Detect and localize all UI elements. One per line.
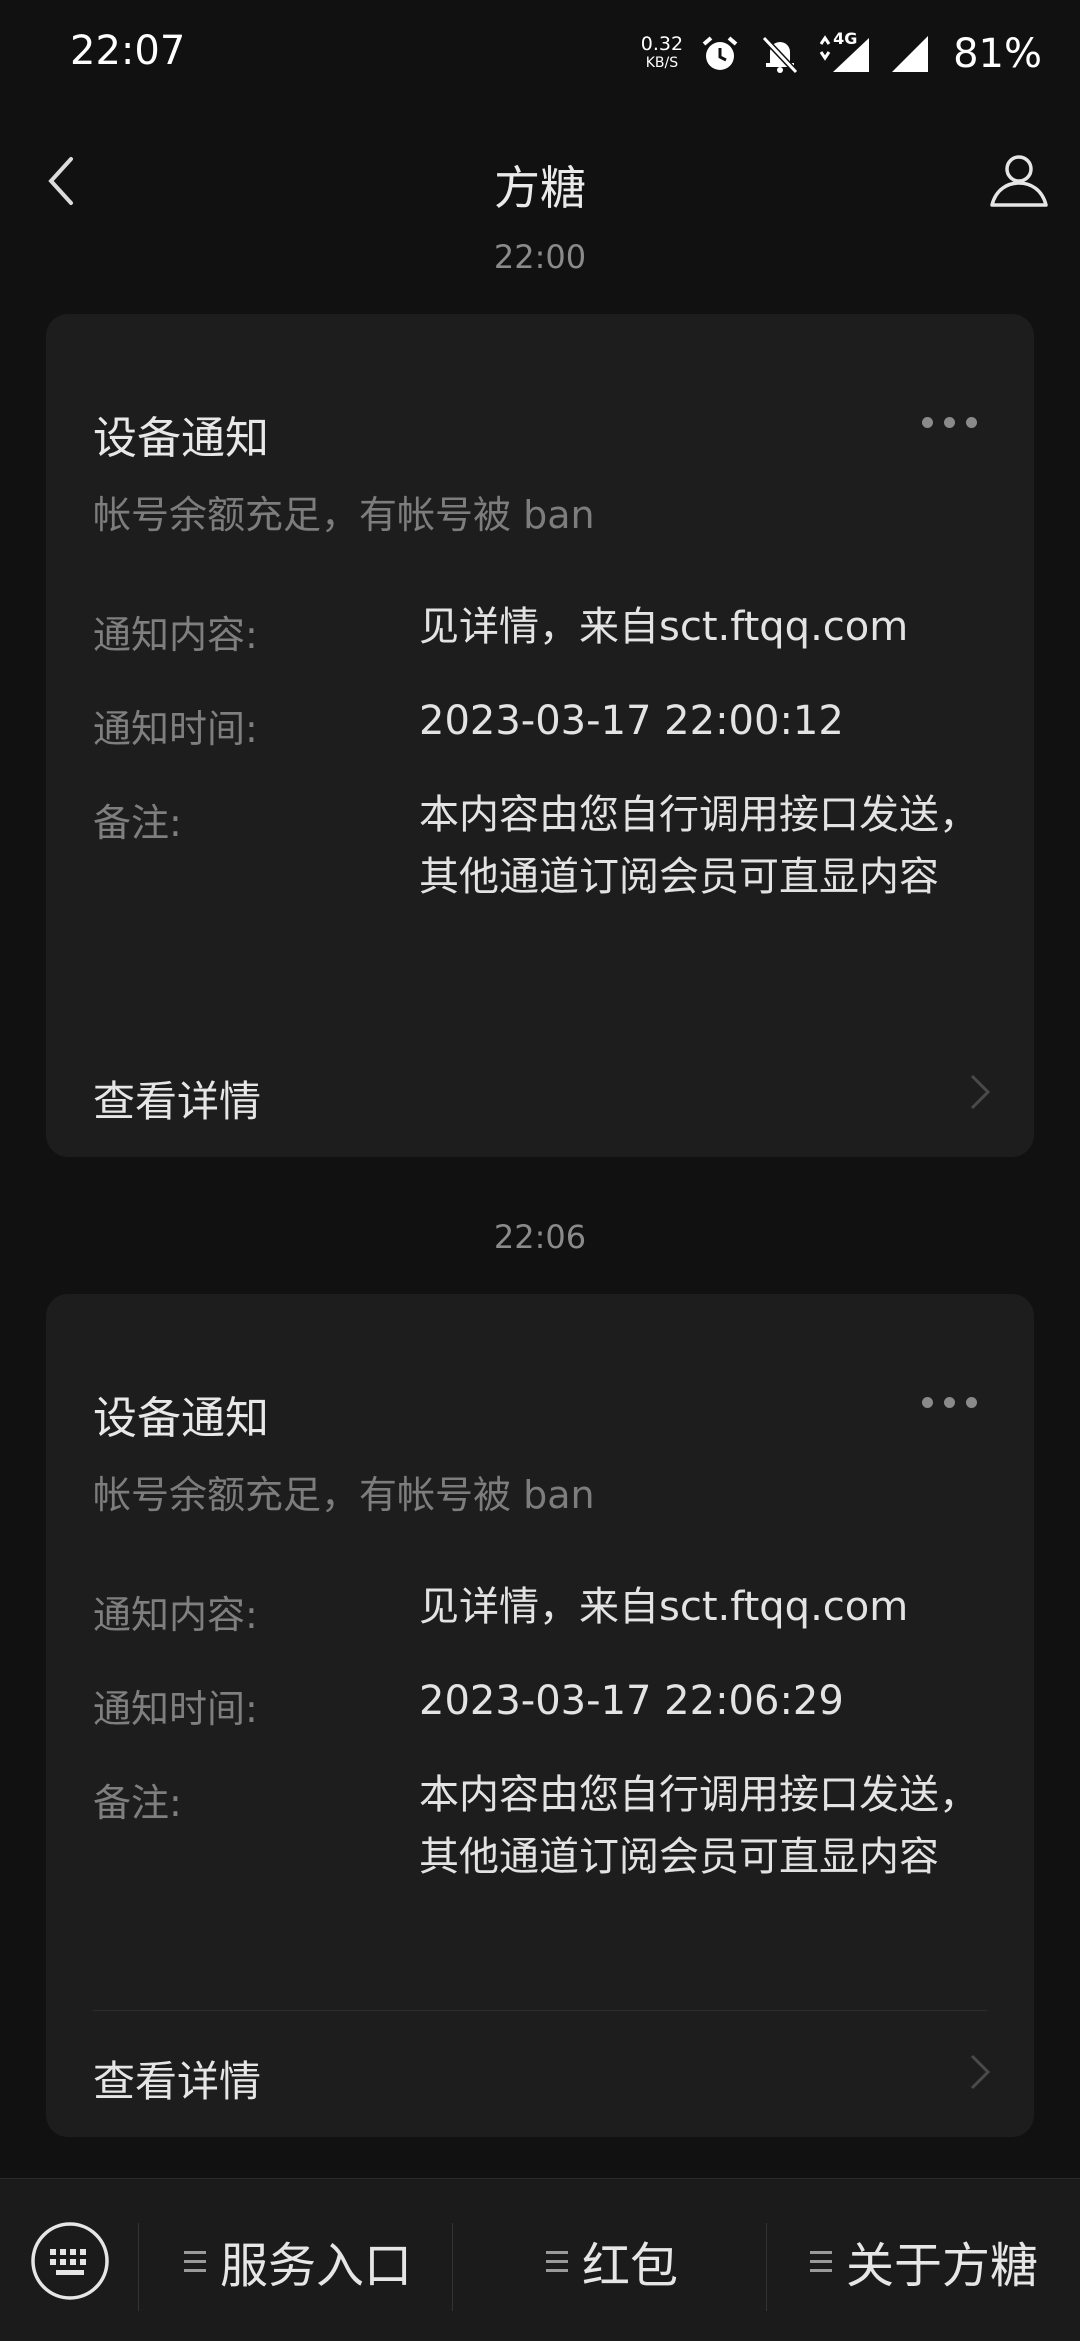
- status-time: 22:07: [70, 28, 186, 74]
- signal-4g-icon: 4G: [817, 29, 873, 77]
- menu-separator: [138, 2223, 139, 2311]
- network-speed: 0.32 KB/S: [641, 35, 683, 73]
- menu-service-entry[interactable]: 服务入口: [184, 2219, 412, 2303]
- remark-label: 备注:: [93, 801, 182, 845]
- time-label: 通知时间:: [93, 1687, 258, 1731]
- card-title: 设备通知: [93, 413, 269, 464]
- view-details-link[interactable]: 查看详情: [46, 2016, 1034, 2126]
- message-timestamp: 22:06: [493, 1218, 587, 1256]
- message-timestamp: 22:00: [493, 238, 587, 276]
- menu-lines-icon: [184, 2250, 206, 2272]
- menu-label: 关于方糖: [846, 2238, 1039, 2294]
- keyboard-icon: [31, 2222, 109, 2300]
- more-dot-icon: [966, 1396, 977, 1408]
- signal-icon: [887, 31, 933, 77]
- time-value: 2023-03-17 22:00:12: [419, 698, 844, 744]
- network-speed-unit: KB/S: [645, 55, 679, 71]
- user-icon: [990, 155, 1048, 207]
- more-options-button[interactable]: [922, 1394, 978, 1410]
- mute-bell-icon: [757, 31, 803, 77]
- menu-lines-icon: [810, 2250, 832, 2272]
- menu-separator: [766, 2223, 767, 2311]
- notification-card: 设备通知 帐号余额充足，有帐号被 ban 通知内容: 见详情，来自sct.ftq…: [46, 1294, 1034, 2137]
- more-options-button[interactable]: [922, 414, 978, 430]
- divider: [93, 2010, 987, 2011]
- more-dot-icon: [944, 416, 955, 428]
- battery-level: 81%: [953, 31, 1042, 77]
- view-details-link[interactable]: 查看详情: [46, 1036, 1034, 1146]
- card-subtitle: 帐号余额充足，有帐号被 ban: [93, 1473, 595, 1517]
- profile-button[interactable]: [984, 142, 1054, 218]
- menu-separator: [452, 2223, 453, 2311]
- page-title: 方糖: [494, 161, 586, 215]
- app-header: 方糖: [0, 112, 1080, 246]
- keyboard-toggle-button[interactable]: [28, 2219, 112, 2303]
- alarm-icon: [697, 31, 743, 77]
- view-details-label: 查看详情: [93, 2057, 262, 2106]
- card-title: 设备通知: [93, 1393, 269, 1444]
- more-dot-icon: [922, 416, 933, 428]
- menu-red-packet[interactable]: 红包: [546, 2219, 678, 2303]
- content-value: 见详情，来自sct.ftqq.com: [419, 1584, 909, 1630]
- menu-label: 服务入口: [220, 2238, 413, 2294]
- remark-value: 本内容由您自行调用接口发送，其他通道订阅会员可直显内容: [419, 1772, 979, 1880]
- remark-label: 备注:: [93, 1781, 182, 1825]
- view-details-label: 查看详情: [93, 1077, 262, 1126]
- content-label: 通知内容:: [93, 1593, 258, 1637]
- menu-lines-icon: [546, 2250, 568, 2272]
- menu-about[interactable]: 关于方糖: [810, 2219, 1038, 2303]
- chevron-right-icon: [970, 1074, 991, 1110]
- status-icons: 0.32 KB/S 4G 81%: [641, 24, 1042, 84]
- card-subtitle: 帐号余额充足，有帐号被 ban: [93, 493, 595, 537]
- status-bar: 22:07 0.32 KB/S 4G 81%: [0, 0, 1080, 112]
- chevron-right-icon: [970, 2054, 991, 2090]
- network-speed-value: 0.32: [640, 33, 684, 55]
- time-value: 2023-03-17 22:06:29: [419, 1678, 844, 1724]
- remark-value: 本内容由您自行调用接口发送，其他通道订阅会员可直显内容: [419, 792, 979, 900]
- more-dot-icon: [922, 1396, 933, 1408]
- notification-card: 设备通知 帐号余额充足，有帐号被 ban 通知内容: 见详情，来自sct.ftq…: [46, 314, 1034, 1157]
- more-dot-icon: [966, 416, 977, 428]
- menu-label: 红包: [582, 2238, 679, 2294]
- content-value: 见详情，来自sct.ftqq.com: [419, 604, 909, 650]
- time-label: 通知时间:: [93, 707, 258, 751]
- more-dot-icon: [944, 1396, 955, 1408]
- network-type: 4G: [833, 29, 858, 48]
- bottom-menu-bar: 服务入口 红包 关于方糖: [0, 2178, 1080, 2341]
- content-label: 通知内容:: [93, 613, 258, 657]
